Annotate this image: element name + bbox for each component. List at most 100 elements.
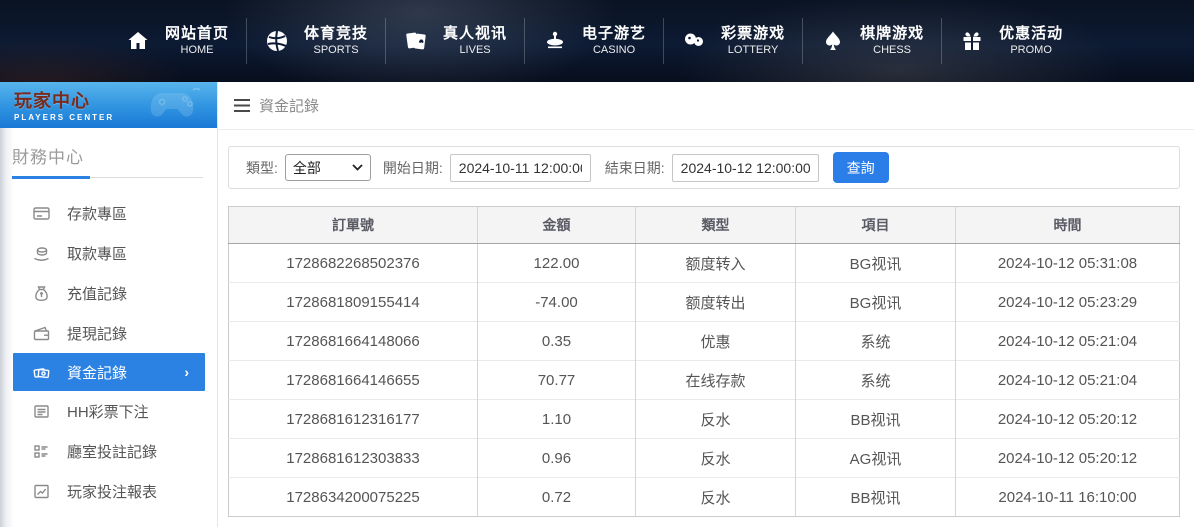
table-cell: 2024-10-12 05:23:29 bbox=[956, 283, 1180, 322]
nav-item-promo[interactable]: 优惠活动PROMO bbox=[941, 18, 1080, 64]
nav-label-en: LIVES bbox=[459, 44, 490, 58]
players-center-header: 玩家中心 PLAYERS CENTER bbox=[0, 82, 217, 128]
table-cell: 0.35 bbox=[478, 322, 636, 361]
sidebar: 玩家中心 PLAYERS CENTER 財務中心 存款專區取款專區充值記錄提現記… bbox=[0, 82, 218, 527]
table-cell: 1728681809155414 bbox=[229, 283, 478, 322]
table-cell: 1728681612316177 bbox=[229, 400, 478, 439]
sidebar-item-label: 充值記錄 bbox=[67, 283, 127, 304]
chevron-down-icon bbox=[352, 164, 363, 171]
nav-label-zh: 电子游艺 bbox=[582, 25, 646, 44]
lottery-balls-icon bbox=[681, 28, 707, 54]
table-row: 17286816123161771.10反水BB视讯2024-10-12 05:… bbox=[229, 400, 1180, 439]
soccer-ball-icon bbox=[264, 28, 290, 54]
nav-label-en: PROMO bbox=[1010, 44, 1052, 58]
money-bag-icon bbox=[33, 285, 50, 302]
search-button[interactable]: 查詢 bbox=[833, 152, 889, 183]
end-date-input[interactable] bbox=[672, 154, 819, 182]
records-list-icon bbox=[33, 443, 50, 460]
nav-item-lives[interactable]: 真人视讯LIVES bbox=[385, 18, 524, 64]
type-select[interactable]: 全部 bbox=[285, 154, 371, 181]
nav-label-zh: 体育竞技 bbox=[304, 25, 368, 44]
table-cell: 1728681612303833 bbox=[229, 439, 478, 478]
table-row: 17286816123038330.96反水AG视讯2024-10-12 05:… bbox=[229, 439, 1180, 478]
column-header: 類型 bbox=[636, 207, 796, 244]
sidebar-item-6[interactable]: HH彩票下注 bbox=[0, 391, 217, 431]
table-cell: 系统 bbox=[796, 322, 956, 361]
end-date-label: 結束日期: bbox=[605, 158, 665, 178]
list-icon bbox=[33, 403, 50, 420]
table-cell: AG视讯 bbox=[796, 439, 956, 478]
breadcrumb: 資金記錄 bbox=[218, 82, 1194, 130]
sidebar-item-3[interactable]: 充值記錄 bbox=[0, 273, 217, 313]
table-cell: 反水 bbox=[636, 400, 796, 439]
nav-label-zh: 优惠活动 bbox=[999, 25, 1063, 44]
section-underline bbox=[12, 176, 205, 179]
sidebar-item-label: HH彩票下注 bbox=[67, 401, 149, 422]
table-cell: 系统 bbox=[796, 361, 956, 400]
table-row: 1728681809155414-74.00额度转出BG视讯2024-10-12… bbox=[229, 283, 1180, 322]
sidebar-item-label: 存款專區 bbox=[67, 203, 127, 224]
nav-item-casino[interactable]: 电子游艺CASINO bbox=[524, 18, 663, 64]
table-row: 17286816641480660.35优惠系统2024-10-12 05:21… bbox=[229, 322, 1180, 361]
finance-center-section-title: 財務中心 bbox=[12, 143, 205, 168]
withdraw-hand-icon bbox=[33, 245, 50, 262]
nav-item-text: 电子游艺CASINO bbox=[582, 25, 646, 58]
nav-label-en: CASINO bbox=[593, 44, 635, 58]
table-cell: 0.96 bbox=[478, 439, 636, 478]
wallet-icon bbox=[33, 325, 50, 342]
top-navigation: 网站首页HOME体育竞技SPORTS真人视讯LIVES电子游艺CASINO彩票游… bbox=[0, 0, 1194, 82]
sidebar-item-4[interactable]: 提現記錄 bbox=[0, 313, 217, 353]
gamepad-icon bbox=[149, 86, 203, 125]
type-label: 類型: bbox=[246, 158, 278, 178]
table-cell: 0.72 bbox=[478, 478, 636, 517]
deposit-card-icon bbox=[33, 205, 50, 222]
sidebar-item-8[interactable]: 玩家投注報表 bbox=[0, 471, 217, 511]
table-cell: 额度转出 bbox=[636, 283, 796, 322]
table-cell: 反水 bbox=[636, 439, 796, 478]
funds-record-icon bbox=[33, 364, 50, 381]
sidebar-item-1[interactable]: 存款專區 bbox=[0, 193, 217, 233]
funds-record-table: 訂單號金額類型項目時間 1728682268502376122.00额度转入BG… bbox=[228, 206, 1180, 517]
chevron-right-icon: › bbox=[184, 364, 189, 380]
sidebar-item-5-active[interactable]: 資金記錄 › bbox=[13, 353, 205, 391]
sidebar-item-label: 玩家投注報表 bbox=[67, 481, 157, 502]
nav-label-zh: 真人视讯 bbox=[443, 25, 507, 44]
start-date-input[interactable] bbox=[450, 154, 591, 182]
nav-label-en: HOME bbox=[181, 44, 214, 58]
table-row: 1728682268502376122.00额度转入BG视讯2024-10-12… bbox=[229, 244, 1180, 283]
nav-item-lottery[interactable]: 彩票游戏LOTTERY bbox=[663, 18, 802, 64]
type-select-value: 全部 bbox=[293, 158, 321, 178]
table-cell: 2024-10-12 05:20:12 bbox=[956, 400, 1180, 439]
playing-cards-icon bbox=[403, 28, 429, 54]
table-cell: 1728681664146655 bbox=[229, 361, 478, 400]
hamburger-menu-icon[interactable] bbox=[234, 99, 250, 112]
nav-item-text: 网站首页HOME bbox=[165, 25, 229, 58]
table-cell: 1728634200075225 bbox=[229, 478, 478, 517]
nav-item-sports[interactable]: 体育竞技SPORTS bbox=[246, 18, 385, 64]
table-cell: 1728682268502376 bbox=[229, 244, 478, 283]
table-cell: BB视讯 bbox=[796, 400, 956, 439]
nav-label-en: LOTTERY bbox=[728, 44, 779, 58]
nav-item-home[interactable]: 网站首页HOME bbox=[108, 18, 246, 64]
main-content: 資金記錄 類型: 全部 開始日期: 結束日期: 查詢 訂單號金額類型項目時間 1… bbox=[218, 82, 1194, 527]
sidebar-item-label: 取款專區 bbox=[67, 243, 127, 264]
gift-icon bbox=[959, 28, 985, 54]
nav-label-en: CHESS bbox=[873, 44, 911, 58]
nav-label-zh: 彩票游戏 bbox=[721, 25, 785, 44]
home-icon bbox=[125, 28, 151, 54]
nav-label-zh: 网站首页 bbox=[165, 25, 229, 44]
table-cell: 在线存款 bbox=[636, 361, 796, 400]
nav-item-text: 彩票游戏LOTTERY bbox=[721, 25, 785, 58]
sidebar-item-2[interactable]: 取款專區 bbox=[0, 233, 217, 273]
sidebar-item-7[interactable]: 廳室投註記錄 bbox=[0, 431, 217, 471]
table-cell: 额度转入 bbox=[636, 244, 796, 283]
nav-item-text: 优惠活动PROMO bbox=[999, 25, 1063, 58]
sidebar-item-label: 資金記錄 bbox=[67, 362, 127, 383]
nav-item-chess[interactable]: 棋牌游戏CHESS bbox=[802, 18, 941, 64]
roulette-icon bbox=[542, 28, 568, 54]
table-cell: 122.00 bbox=[478, 244, 636, 283]
table-cell: 优惠 bbox=[636, 322, 796, 361]
sidebar-item-label: 提現記錄 bbox=[67, 323, 127, 344]
table-cell: 2024-10-12 05:20:12 bbox=[956, 439, 1180, 478]
table-row: 172868166414665570.77在线存款系统2024-10-12 05… bbox=[229, 361, 1180, 400]
